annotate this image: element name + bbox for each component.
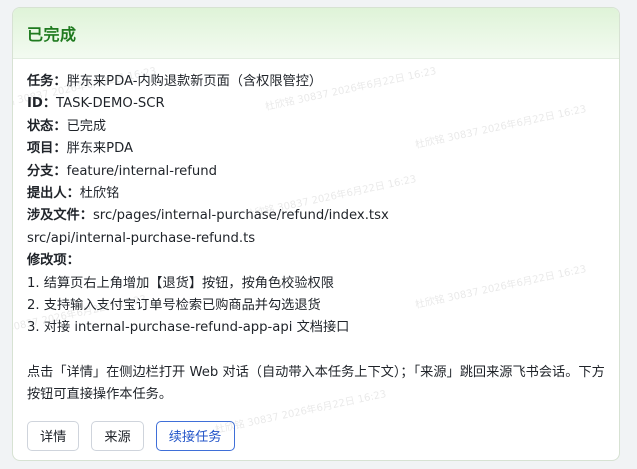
task-label: 任务 bbox=[27, 74, 54, 89]
id-value: TASK-DEMO-SCR bbox=[56, 96, 165, 112]
changes-label: 修改项 bbox=[27, 253, 67, 269]
id-row: ID：TASK-DEMO-SCR bbox=[27, 93, 605, 115]
proposer-row: 提出人：杜欣铭 bbox=[27, 183, 605, 205]
project-value: 胖东来PDA bbox=[66, 141, 134, 157]
colon: ： bbox=[42, 96, 57, 112]
change-item: 2. 支持输入支付宝订单号检索已购商品并勾选退货 bbox=[27, 297, 321, 313]
branch-row: 分支：feature/internal-refund bbox=[27, 161, 605, 183]
colon: ： bbox=[79, 208, 93, 224]
file-path: src/pages/internal-purchase/refund/index… bbox=[92, 208, 389, 224]
action-buttons: 详情 来源 续接任务 bbox=[27, 420, 605, 451]
status-label: 状态 bbox=[27, 118, 54, 134]
colon: ： bbox=[53, 141, 67, 157]
status-value: 已完成 bbox=[66, 118, 107, 134]
proposer-value: 杜欣铭 bbox=[79, 185, 120, 201]
continue-task-button[interactable]: 续接任务 bbox=[155, 420, 235, 451]
change-item: 3. 对接 internal-purchase-refund-app-api 文… bbox=[27, 320, 350, 336]
files-row: 涉及文件：src/pages/internal-purchase/refund/… bbox=[27, 205, 605, 227]
change-item: 1. 结算页右上角增加【退货】按钮，按角色校验权限 bbox=[27, 275, 334, 291]
status-title: 已完成 bbox=[27, 25, 77, 44]
task-value: 胖东来PDA-内购退款新页面（含权限管控） bbox=[66, 74, 323, 89]
card-header: 已完成 bbox=[13, 8, 619, 59]
proposer-label: 提出人 bbox=[27, 185, 67, 201]
id-label: ID bbox=[27, 96, 43, 112]
colon: ： bbox=[53, 118, 67, 134]
help-note: 点击「详情」在侧边栏打开 Web 对话（自动带入本任务上下文）；「来源」跳回来源… bbox=[27, 364, 605, 403]
files-label: 涉及文件 bbox=[27, 208, 80, 224]
status-row: 状态：已完成 bbox=[27, 116, 605, 138]
project-row: 项目：胖东来PDA bbox=[27, 138, 605, 160]
branch-label: 分支 bbox=[27, 163, 54, 179]
task-card: 已完成 任务：胖东来PDA-内购退款新页面（含权限管控） ID：TASK-DEM… bbox=[12, 7, 620, 461]
source-button[interactable]: 来源 bbox=[91, 420, 144, 451]
changes-row: 修改项： bbox=[27, 250, 605, 272]
branch-value: feature/internal-refund bbox=[66, 163, 217, 179]
card-body: 任务：胖东来PDA-内购退款新页面（含权限管控） ID：TASK-DEMO-SC… bbox=[13, 59, 619, 451]
project-label: 项目 bbox=[27, 141, 54, 157]
colon: ： bbox=[53, 74, 67, 89]
colon: ： bbox=[66, 253, 80, 269]
colon: ： bbox=[53, 163, 67, 179]
task-row: 任务：胖东来PDA-内购退款新页面（含权限管控） bbox=[27, 71, 605, 93]
file-path-row: src/api/internal-purchase-refund.ts bbox=[27, 228, 605, 250]
colon: ： bbox=[66, 185, 80, 201]
details-button[interactable]: 详情 bbox=[27, 420, 80, 451]
file-path: src/api/internal-purchase-refund.ts bbox=[27, 230, 256, 246]
